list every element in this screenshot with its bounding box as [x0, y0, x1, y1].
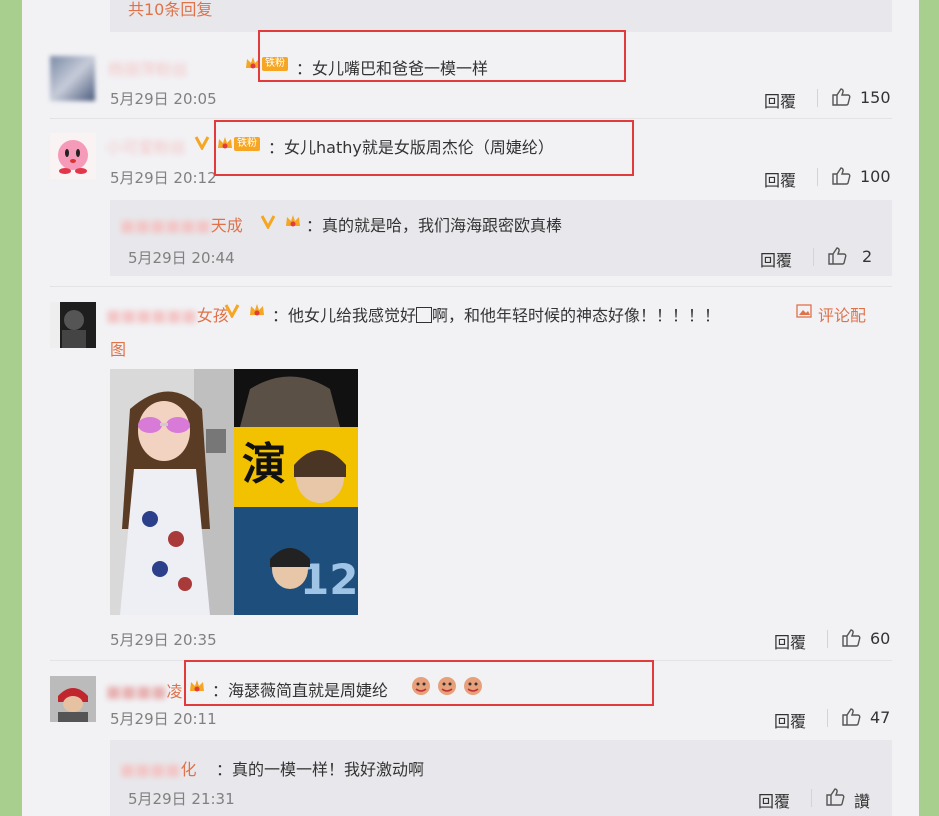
image-icon — [796, 303, 812, 318]
username[interactable]: ■■■■凌 — [106, 678, 182, 702]
verified-v-icon — [260, 213, 276, 231]
comment-divider — [50, 118, 892, 119]
avatar[interactable] — [50, 133, 96, 179]
avatar[interactable] — [50, 302, 96, 348]
username[interactable]: ■■■■■■女孩 — [106, 302, 229, 326]
divider — [827, 709, 828, 727]
collapsed-replies-box — [110, 0, 892, 32]
thumbs-up-icon[interactable] — [826, 245, 848, 267]
reply-button[interactable]: 回覆 — [760, 247, 792, 271]
comment-text: ：他女儿给我感觉好 啊，和他年轻时候的神态好像！！！！！ — [272, 306, 721, 325]
highlight-box — [258, 30, 626, 82]
like-count: 2 — [862, 247, 873, 266]
comment-picture-link-wrap[interactable]: 图 — [110, 336, 126, 360]
comment-image[interactable]: 演 12 — [110, 369, 358, 615]
username[interactable]: 杨丽萍粉丝 — [108, 56, 188, 80]
reply-button[interactable]: 回覆 — [758, 788, 790, 812]
divider — [817, 89, 818, 107]
divider — [813, 248, 814, 266]
thumbs-up-icon[interactable] — [830, 165, 852, 187]
reply-time: 5月29日 20:44 — [128, 249, 235, 267]
like-count: 47 — [870, 708, 891, 727]
thumbs-up-icon[interactable] — [840, 627, 862, 649]
username[interactable]: 小可爱粉丝 — [106, 134, 186, 158]
reply-time: 5月29日 21:31 — [128, 790, 235, 808]
avatar[interactable] — [50, 676, 96, 722]
like-count: 100 — [860, 167, 891, 186]
reply-button[interactable]: 回覆 — [774, 629, 806, 653]
like-label[interactable]: 讚 — [854, 788, 870, 812]
like-count: 150 — [860, 88, 891, 107]
comment-time: 5月29日 20:11 — [110, 710, 217, 728]
reply-button[interactable]: 回覆 — [774, 708, 806, 732]
highlight-box — [214, 120, 634, 176]
reply-username[interactable]: ■■■■化 — [120, 756, 196, 780]
crown-icon — [248, 301, 266, 319]
comment-panel: 共10条回复 杨丽萍粉丝 铁粉 ：女儿嘴巴和爸爸一模一样 5月29日 20:05… — [22, 0, 919, 816]
divider — [811, 789, 812, 807]
thumbs-up-icon[interactable] — [824, 786, 846, 808]
comment-picture-link[interactable]: 评论配 — [818, 302, 866, 326]
crown-icon — [284, 212, 302, 230]
like-count: 60 — [870, 629, 891, 648]
thumbs-up-icon[interactable] — [830, 86, 852, 108]
reply-text: ：真的一模一样！我好激动啊 — [216, 760, 425, 779]
poster-character: 演 — [242, 439, 286, 490]
comment-time: 5月29日 20:35 — [110, 631, 217, 649]
reply-button[interactable]: 回覆 — [764, 167, 796, 191]
view-all-replies-link[interactable]: 共10条回复 — [128, 0, 212, 20]
avatar[interactable] — [50, 56, 95, 101]
comment-time: 5月29日 20:05 — [110, 90, 217, 108]
reply-text: ：真的就是哈，我们海海跟密欧真棒 — [306, 216, 563, 235]
thumbs-up-icon[interactable] — [840, 706, 862, 728]
missing-glyph-icon — [416, 307, 433, 323]
divider — [817, 168, 818, 186]
reply-button[interactable]: 回覆 — [764, 88, 796, 112]
comment-divider — [50, 286, 892, 287]
reply-username[interactable]: ■■■■■■天成 — [120, 212, 243, 236]
comment-time: 5月29日 20:12 — [110, 169, 217, 187]
verified-v-icon — [224, 302, 240, 320]
highlight-box — [184, 660, 654, 706]
divider — [827, 630, 828, 648]
verified-v-icon — [194, 134, 210, 152]
